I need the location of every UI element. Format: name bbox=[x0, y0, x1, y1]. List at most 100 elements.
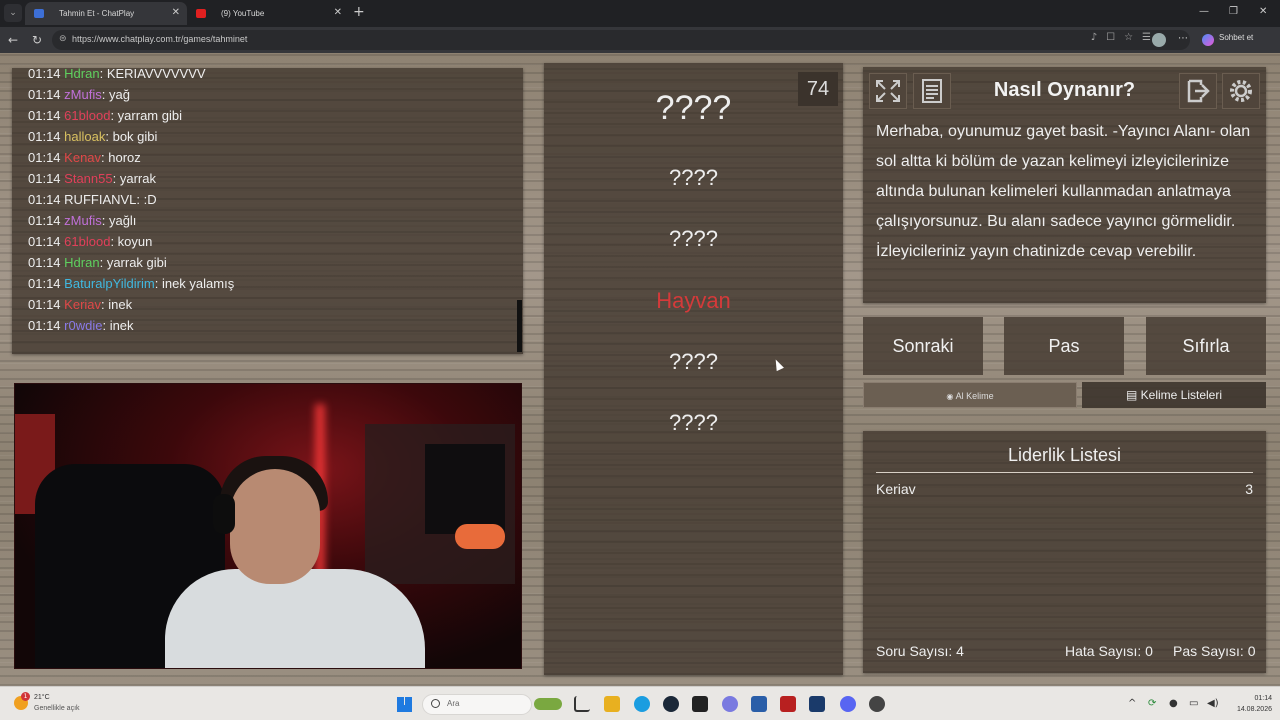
question-count: Soru Sayısı: 4 bbox=[876, 643, 964, 659]
app-icon[interactable] bbox=[722, 696, 738, 712]
restore-button[interactable]: ❐ bbox=[1229, 6, 1238, 17]
edge-browser-icon[interactable] bbox=[634, 696, 650, 712]
browser-address-bar: ← ↻ ⊜ https://www.chatplay.com.tr/games/… bbox=[0, 27, 1280, 53]
microphone-icon[interactable]: ● bbox=[1169, 698, 1178, 709]
copilot-chat-button[interactable]: Sohbet et bbox=[1219, 33, 1253, 42]
taskbar-search-box[interactable]: Ara bbox=[422, 694, 532, 715]
chat-message: 01:14 61blood: yarram gibi bbox=[28, 108, 182, 123]
tab-chatplay[interactable]: Tahmin Et - ChatPlay ✕ bbox=[25, 2, 187, 25]
weather-badge: 1 bbox=[21, 692, 30, 701]
tab-actions-menu-button[interactable]: ⌄ bbox=[4, 4, 22, 22]
chat-username[interactable]: r0wdie bbox=[64, 318, 102, 333]
chat-text: : bok gibi bbox=[105, 129, 158, 144]
word-lists-button[interactable]: ▤ Kelime Listeleri bbox=[1082, 382, 1266, 408]
streamer-webcam bbox=[14, 383, 522, 669]
chat-username[interactable]: Kenav bbox=[64, 150, 101, 165]
get-word-button[interactable]: ◉ Al Kelime bbox=[863, 382, 1077, 408]
chat-message: 01:14 zMufis: yağlı bbox=[28, 213, 136, 228]
leaderboard-row: Keriav 3 bbox=[876, 481, 1253, 497]
chat-message: 01:14 61blood: koyun bbox=[28, 234, 152, 249]
chat-time: 01:14 bbox=[28, 66, 61, 81]
chat-text: : yağlı bbox=[101, 213, 137, 228]
windows-taskbar: 1 21°C Genellikle açık Ara ^ ⟳ ● ▭ ◀) 01… bbox=[0, 686, 1280, 720]
url-field[interactable]: ⊜ https://www.chatplay.com.tr/games/tahm… bbox=[52, 30, 1190, 50]
tab-title: Tahmin Et - ChatPlay bbox=[59, 9, 135, 18]
next-button[interactable]: Sonraki bbox=[863, 317, 983, 375]
reset-button[interactable]: Sıfırla bbox=[1146, 317, 1266, 375]
chat-message: 01:14 RUFFIANVL: :D bbox=[28, 192, 157, 207]
chat-time: 01:14 bbox=[28, 234, 61, 249]
volume-icon[interactable]: ◀) bbox=[1207, 698, 1219, 709]
chat-username[interactable]: BaturalpYildirim bbox=[64, 276, 155, 291]
riot-icon[interactable] bbox=[780, 696, 796, 712]
address-bar-icons[interactable]: ♪☐☆☰ bbox=[1091, 32, 1160, 43]
chat-username[interactable]: Hdran bbox=[64, 255, 99, 270]
new-tab-button[interactable]: + bbox=[353, 4, 365, 20]
sync-icon[interactable]: ⟳ bbox=[1148, 698, 1156, 709]
chat-message: 01:14 r0wdie: inek bbox=[28, 318, 134, 333]
chat-text: : yarram gibi bbox=[110, 108, 182, 123]
windows-start-icon[interactable] bbox=[397, 697, 412, 712]
chat-username[interactable]: zMufis bbox=[64, 87, 102, 102]
how-to-play-panel: Nasıl Oynanır? Merhaba, oyunumuz gayet b… bbox=[863, 67, 1266, 303]
word-lists-label: Kelime Listeleri bbox=[1140, 388, 1223, 402]
chat-text: : koyun bbox=[110, 234, 153, 249]
discord-icon[interactable] bbox=[840, 696, 856, 712]
chat-username[interactable]: zMufis bbox=[64, 213, 102, 228]
steam-icon[interactable] bbox=[663, 696, 679, 712]
chat-scrollbar[interactable] bbox=[517, 300, 522, 352]
system-clock[interactable]: 01:14 14.08.2026 bbox=[1222, 693, 1272, 715]
player-score: 3 bbox=[1245, 481, 1253, 497]
weather-temperature[interactable]: 21°C bbox=[34, 694, 50, 701]
close-tab-icon[interactable]: ✕ bbox=[334, 7, 342, 18]
copilot-icon[interactable] bbox=[1202, 34, 1214, 46]
chat-time: 01:14 bbox=[28, 255, 61, 270]
site-info-icon[interactable]: ⊜ bbox=[59, 34, 67, 44]
clock-time: 01:14 bbox=[1254, 695, 1272, 702]
show-hidden-icons[interactable]: ^ bbox=[1128, 698, 1136, 709]
chat-text: : horoz bbox=[101, 150, 141, 165]
chat-message: 01:14 halloak: bok gibi bbox=[28, 129, 157, 144]
chat-text: : inek yalamış bbox=[154, 276, 235, 291]
app-icon[interactable] bbox=[751, 696, 767, 712]
chat-time: 01:14 bbox=[28, 192, 61, 207]
close-window-button[interactable]: ✕ bbox=[1259, 6, 1267, 17]
back-arrow-icon[interactable]: ← bbox=[8, 33, 18, 47]
chat-username[interactable]: Stann55 bbox=[64, 171, 112, 186]
chat-time: 01:14 bbox=[28, 87, 61, 102]
profile-avatar[interactable] bbox=[1152, 33, 1166, 47]
list-icon: ▤ bbox=[1125, 388, 1141, 402]
chat-username[interactable]: 61blood bbox=[64, 108, 110, 123]
chat-username[interactable]: Keriav bbox=[64, 297, 101, 312]
search-icon bbox=[431, 699, 440, 708]
close-tab-icon[interactable]: ✕ bbox=[172, 7, 180, 18]
app-icon[interactable] bbox=[869, 696, 885, 712]
chat-username[interactable]: RUFFIANVL bbox=[64, 192, 136, 207]
network-icon[interactable]: ▭ bbox=[1189, 698, 1198, 709]
chat-username[interactable]: 61blood bbox=[64, 234, 110, 249]
chat-time: 01:14 bbox=[28, 297, 61, 312]
chat-username[interactable]: Hdran bbox=[64, 66, 99, 81]
vscode-icon[interactable] bbox=[809, 696, 825, 712]
task-view-icon[interactable] bbox=[574, 696, 590, 712]
pass-button[interactable]: Pas bbox=[1004, 317, 1124, 375]
game-page: 01:14 Hdran: KERIAVVVVVVV 01:14 zMufis: y… bbox=[0, 53, 1280, 686]
refresh-icon[interactable]: ↻ bbox=[32, 33, 42, 47]
chat-text: : yarrak bbox=[112, 171, 156, 186]
tab-title: (9) YouTube bbox=[221, 9, 265, 18]
terminal-icon[interactable] bbox=[692, 696, 708, 712]
chat-time: 01:14 bbox=[28, 171, 61, 186]
more-options-icon[interactable]: ⋯ bbox=[1178, 33, 1188, 44]
chat-message: 01:14 BaturalpYildirim: inek yalamış bbox=[28, 276, 234, 291]
file-explorer-icon[interactable] bbox=[604, 696, 620, 712]
get-word-label: Al Kelime bbox=[955, 391, 994, 401]
weather-description[interactable]: Genellikle açık bbox=[34, 705, 80, 712]
tab-youtube[interactable]: (9) YouTube ✕ bbox=[187, 2, 349, 25]
chat-text: : inek bbox=[101, 297, 133, 312]
chat-time: 01:14 bbox=[28, 129, 61, 144]
widget-icon[interactable] bbox=[534, 698, 562, 710]
search-placeholder: Ara bbox=[447, 699, 460, 708]
minimize-button[interactable]: — bbox=[1199, 6, 1209, 17]
clock-date: 14.08.2026 bbox=[1236, 706, 1272, 713]
chat-username[interactable]: halloak bbox=[64, 129, 105, 144]
